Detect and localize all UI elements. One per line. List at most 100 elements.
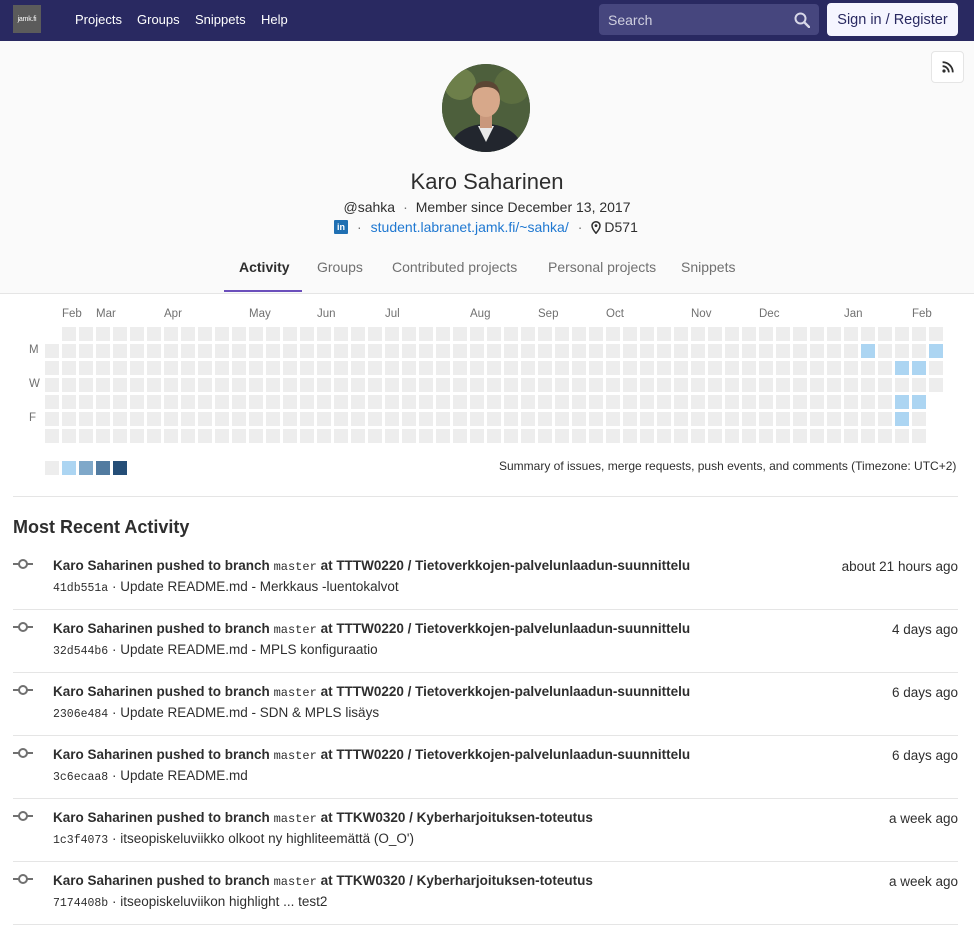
- calendar-day-cell[interactable]: [402, 361, 416, 375]
- calendar-day-cell[interactable]: [912, 378, 926, 392]
- calendar-day-cell[interactable]: [793, 361, 807, 375]
- event-author[interactable]: Karo Saharinen: [53, 684, 153, 699]
- calendar-day-cell[interactable]: [878, 327, 892, 341]
- calendar-day-cell[interactable]: [742, 395, 756, 409]
- calendar-day-cell[interactable]: [334, 361, 348, 375]
- calendar-day-cell[interactable]: [266, 412, 280, 426]
- calendar-day-cell[interactable]: [725, 327, 739, 341]
- calendar-day-cell[interactable]: [453, 327, 467, 341]
- calendar-day-cell[interactable]: [266, 395, 280, 409]
- calendar-day-cell[interactable]: [45, 429, 59, 443]
- calendar-day-cell[interactable]: [232, 412, 246, 426]
- calendar-day-cell[interactable]: [317, 395, 331, 409]
- calendar-day-cell[interactable]: [351, 361, 365, 375]
- calendar-day-cell[interactable]: [164, 412, 178, 426]
- calendar-day-cell[interactable]: [385, 361, 399, 375]
- calendar-day-cell[interactable]: [215, 361, 229, 375]
- nav-groups[interactable]: Groups: [137, 12, 180, 27]
- calendar-day-cell[interactable]: [283, 395, 297, 409]
- calendar-day-cell[interactable]: [79, 327, 93, 341]
- calendar-day-cell[interactable]: [776, 361, 790, 375]
- calendar-day-cell[interactable]: [776, 378, 790, 392]
- calendar-day-cell[interactable]: [657, 327, 671, 341]
- calendar-day-cell[interactable]: [487, 344, 501, 358]
- calendar-day-cell[interactable]: [487, 412, 501, 426]
- calendar-day-cell[interactable]: [810, 344, 824, 358]
- calendar-day-cell[interactable]: [164, 378, 178, 392]
- calendar-day-cell[interactable]: [810, 378, 824, 392]
- calendar-day-cell[interactable]: [249, 429, 263, 443]
- calendar-day-cell[interactable]: [147, 429, 161, 443]
- calendar-day-cell[interactable]: [742, 412, 756, 426]
- calendar-day-cell[interactable]: [589, 361, 603, 375]
- calendar-day-cell[interactable]: [674, 378, 688, 392]
- calendar-day-cell[interactable]: [623, 378, 637, 392]
- calendar-day-cell[interactable]: [317, 344, 331, 358]
- calendar-day-cell[interactable]: [283, 327, 297, 341]
- calendar-day-cell[interactable]: [45, 344, 59, 358]
- calendar-day-cell[interactable]: [130, 327, 144, 341]
- calendar-day-cell[interactable]: [606, 429, 620, 443]
- calendar-day-cell[interactable]: [419, 395, 433, 409]
- calendar-day-cell[interactable]: [606, 327, 620, 341]
- calendar-day-cell[interactable]: [79, 361, 93, 375]
- calendar-day-cell[interactable]: [79, 429, 93, 443]
- calendar-day-cell[interactable]: [861, 429, 875, 443]
- calendar-day-cell[interactable]: [878, 395, 892, 409]
- calendar-day-cell[interactable]: [929, 361, 943, 375]
- calendar-day-cell[interactable]: [130, 344, 144, 358]
- calendar-day-cell[interactable]: [436, 395, 450, 409]
- calendar-day-cell[interactable]: [402, 395, 416, 409]
- calendar-day-cell[interactable]: [283, 412, 297, 426]
- search-icon[interactable]: [794, 12, 810, 28]
- calendar-day-cell[interactable]: [113, 412, 127, 426]
- calendar-day-cell[interactable]: [232, 378, 246, 392]
- calendar-day-cell[interactable]: [198, 378, 212, 392]
- event-branch[interactable]: master: [274, 812, 317, 826]
- calendar-day-cell[interactable]: [436, 327, 450, 341]
- calendar-day-cell[interactable]: [453, 378, 467, 392]
- nav-help[interactable]: Help: [261, 12, 288, 27]
- calendar-day-cell[interactable]: [79, 344, 93, 358]
- calendar-day-cell[interactable]: [895, 412, 909, 426]
- calendar-day-cell[interactable]: [725, 344, 739, 358]
- calendar-day-cell[interactable]: [793, 429, 807, 443]
- calendar-day-cell[interactable]: [351, 412, 365, 426]
- calendar-day-cell[interactable]: [45, 395, 59, 409]
- calendar-day-cell[interactable]: [538, 395, 552, 409]
- calendar-day-cell[interactable]: [164, 344, 178, 358]
- calendar-day-cell[interactable]: [334, 344, 348, 358]
- calendar-day-cell[interactable]: [861, 361, 875, 375]
- commit-sha[interactable]: 7174408b: [53, 897, 108, 910]
- calendar-day-cell[interactable]: [181, 395, 195, 409]
- calendar-day-cell[interactable]: [606, 412, 620, 426]
- calendar-day-cell[interactable]: [623, 429, 637, 443]
- calendar-day-cell[interactable]: [555, 395, 569, 409]
- calendar-day-cell[interactable]: [96, 378, 110, 392]
- calendar-day-cell[interactable]: [623, 327, 637, 341]
- calendar-day-cell[interactable]: [895, 378, 909, 392]
- calendar-day-cell[interactable]: [776, 327, 790, 341]
- calendar-day-cell[interactable]: [674, 344, 688, 358]
- calendar-day-cell[interactable]: [113, 378, 127, 392]
- calendar-day-cell[interactable]: [487, 327, 501, 341]
- event-project[interactable]: TTKW0320 / Kyberharjoituksen-toteutus: [336, 810, 593, 825]
- calendar-day-cell[interactable]: [827, 378, 841, 392]
- nav-projects[interactable]: Projects: [75, 12, 122, 27]
- calendar-day-cell[interactable]: [215, 327, 229, 341]
- calendar-day-cell[interactable]: [385, 429, 399, 443]
- calendar-day-cell[interactable]: [300, 361, 314, 375]
- calendar-day-cell[interactable]: [759, 361, 773, 375]
- calendar-day-cell[interactable]: [164, 429, 178, 443]
- calendar-day-cell[interactable]: [45, 361, 59, 375]
- calendar-day-cell[interactable]: [113, 327, 127, 341]
- calendar-day-cell[interactable]: [453, 344, 467, 358]
- calendar-day-cell[interactable]: [521, 378, 535, 392]
- calendar-day-cell[interactable]: [45, 378, 59, 392]
- event-author[interactable]: Karo Saharinen: [53, 621, 153, 636]
- calendar-day-cell[interactable]: [368, 344, 382, 358]
- calendar-day-cell[interactable]: [351, 429, 365, 443]
- calendar-day-cell[interactable]: [691, 429, 705, 443]
- calendar-day-cell[interactable]: [674, 395, 688, 409]
- calendar-day-cell[interactable]: [130, 361, 144, 375]
